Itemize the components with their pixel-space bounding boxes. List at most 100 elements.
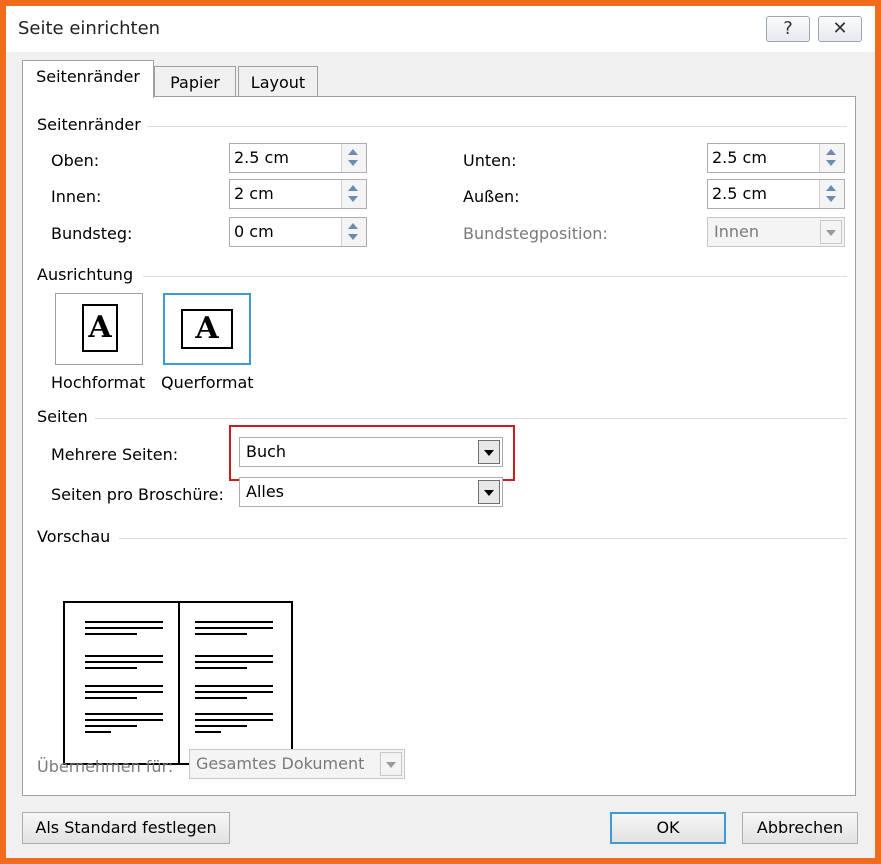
- margins-heading: Seitenränder: [37, 115, 141, 134]
- preview-text-line: [195, 655, 273, 657]
- spin-down-icon[interactable]: [826, 160, 836, 166]
- portrait-option[interactable]: A: [55, 293, 143, 365]
- bundstegposition-value: Innen: [714, 222, 759, 241]
- spin-down-icon[interactable]: [348, 160, 358, 166]
- dialog-body: Seitenränder Papier Layout Seitenränder …: [6, 52, 875, 858]
- preview-text-line: [85, 627, 163, 629]
- preview-text-line: [195, 633, 247, 635]
- aussen-value[interactable]: 2.5 cm: [712, 184, 767, 203]
- bundstegposition-dropdown-button[interactable]: [820, 220, 842, 244]
- multiple-pages-label: Mehrere Seiten:: [51, 445, 179, 464]
- preview-text-line: [85, 731, 111, 733]
- preview-heading: Vorschau: [37, 527, 111, 546]
- tab-layout[interactable]: Layout: [238, 66, 318, 100]
- close-button[interactable]: ✕: [818, 16, 862, 42]
- landscape-label[interactable]: Querformat: [161, 373, 254, 392]
- window-title: Seite einrichten: [18, 18, 161, 39]
- page-setup-dialog: Seite einrichten ? ✕ Seitenränder Papier…: [6, 6, 875, 858]
- margins-separator: [147, 126, 847, 127]
- spin-down-icon[interactable]: [826, 196, 836, 202]
- pages-per-booklet-select[interactable]: Alles: [239, 477, 503, 507]
- chevron-down-icon: [826, 230, 836, 236]
- book-spine: [178, 603, 180, 763]
- apply-to-label: Übernehmen für:: [37, 757, 174, 776]
- tab-seitenraender[interactable]: Seitenränder: [22, 60, 154, 98]
- help-button[interactable]: ?: [766, 16, 810, 42]
- spin-down-icon[interactable]: [348, 196, 358, 202]
- title-bar[interactable]: Seite einrichten ? ✕: [6, 6, 875, 52]
- aussen-label: Außen:: [463, 187, 520, 206]
- preview-text-line: [195, 725, 247, 727]
- spin-down-icon[interactable]: [348, 234, 358, 240]
- apply-to-dropdown-button[interactable]: [380, 752, 402, 776]
- help-icon: ?: [783, 18, 793, 39]
- spin-up-icon[interactable]: [348, 223, 358, 229]
- apply-to-value: Gesamtes Dokument: [196, 754, 365, 773]
- bundsteg-spin-arrows[interactable]: [341, 218, 366, 246]
- set-default-button[interactable]: Als Standard festlegen: [22, 812, 230, 844]
- innen-value[interactable]: 2 cm: [234, 184, 274, 203]
- chevron-down-icon: [484, 490, 494, 496]
- unten-value[interactable]: 2.5 cm: [712, 148, 767, 167]
- preview-text-line: [195, 731, 221, 733]
- preview-text-line: [195, 697, 247, 699]
- bundstegposition-select[interactable]: Innen: [707, 217, 845, 247]
- landscape-option[interactable]: A: [163, 293, 251, 365]
- innen-spin-arrows[interactable]: [341, 180, 366, 208]
- bundsteg-label: Bundsteg:: [51, 224, 133, 243]
- landscape-page-icon: A: [181, 309, 233, 349]
- portrait-label[interactable]: Hochformat: [51, 373, 145, 392]
- spin-up-icon[interactable]: [348, 149, 358, 155]
- preview-text-line: [85, 621, 163, 623]
- preview-text-line: [85, 655, 163, 657]
- preview-text-line: [195, 685, 273, 687]
- bundstegposition-label: Bundstegposition:: [463, 224, 608, 243]
- pages-per-booklet-dropdown-button[interactable]: [478, 480, 500, 504]
- aussen-spinner[interactable]: 2.5 cm: [707, 179, 845, 209]
- preview-text-line: [195, 719, 273, 721]
- preview-book: [63, 601, 293, 765]
- oben-value[interactable]: 2.5 cm: [234, 148, 289, 167]
- preview-text-line: [195, 627, 273, 629]
- preview-text-line: [195, 621, 273, 623]
- tab-papier[interactable]: Papier: [154, 66, 236, 100]
- pages-per-booklet-value: Alles: [246, 482, 285, 501]
- unten-spinner[interactable]: 2.5 cm: [707, 143, 845, 173]
- preview-text-line: [195, 691, 273, 693]
- unten-label: Unten:: [463, 151, 517, 170]
- oben-spin-arrows[interactable]: [341, 144, 366, 172]
- pages-separator: [95, 418, 847, 419]
- highlight-box: [229, 425, 515, 481]
- preview-text-line: [85, 713, 163, 715]
- unten-spin-arrows[interactable]: [819, 144, 844, 172]
- pages-per-booklet-label: Seiten pro Broschüre:: [51, 485, 224, 504]
- close-icon: ✕: [832, 18, 848, 39]
- orientation-heading: Ausrichtung: [37, 265, 134, 284]
- tab-panel: Seitenränder Oben: 2.5 cm Unten: 2.5 cm …: [22, 96, 856, 796]
- preview-text-line: [195, 667, 247, 669]
- preview-text-line: [85, 691, 163, 693]
- oben-spinner[interactable]: 2.5 cm: [229, 143, 367, 173]
- bundsteg-spinner[interactable]: 0 cm: [229, 217, 367, 247]
- preview-text-line: [85, 719, 163, 721]
- aussen-spin-arrows[interactable]: [819, 180, 844, 208]
- spin-up-icon[interactable]: [826, 185, 836, 191]
- innen-label: Innen:: [51, 187, 102, 206]
- orientation-separator: [143, 276, 847, 277]
- bundsteg-value[interactable]: 0 cm: [234, 222, 274, 241]
- preview-text-line: [85, 667, 137, 669]
- preview-text-line: [195, 661, 273, 663]
- apply-to-select[interactable]: Gesamtes Dokument: [189, 749, 405, 779]
- preview-text-line: [195, 713, 273, 715]
- spin-up-icon[interactable]: [348, 185, 358, 191]
- ok-button[interactable]: OK: [610, 812, 726, 844]
- preview-text-line: [85, 697, 137, 699]
- innen-spinner[interactable]: 2 cm: [229, 179, 367, 209]
- chevron-down-icon: [386, 762, 396, 768]
- portrait-page-icon: A: [82, 304, 118, 352]
- preview-text-line: [85, 633, 137, 635]
- spin-up-icon[interactable]: [826, 149, 836, 155]
- cancel-button[interactable]: Abbrechen: [742, 812, 858, 844]
- preview-text-line: [85, 685, 163, 687]
- pages-heading: Seiten: [37, 407, 88, 426]
